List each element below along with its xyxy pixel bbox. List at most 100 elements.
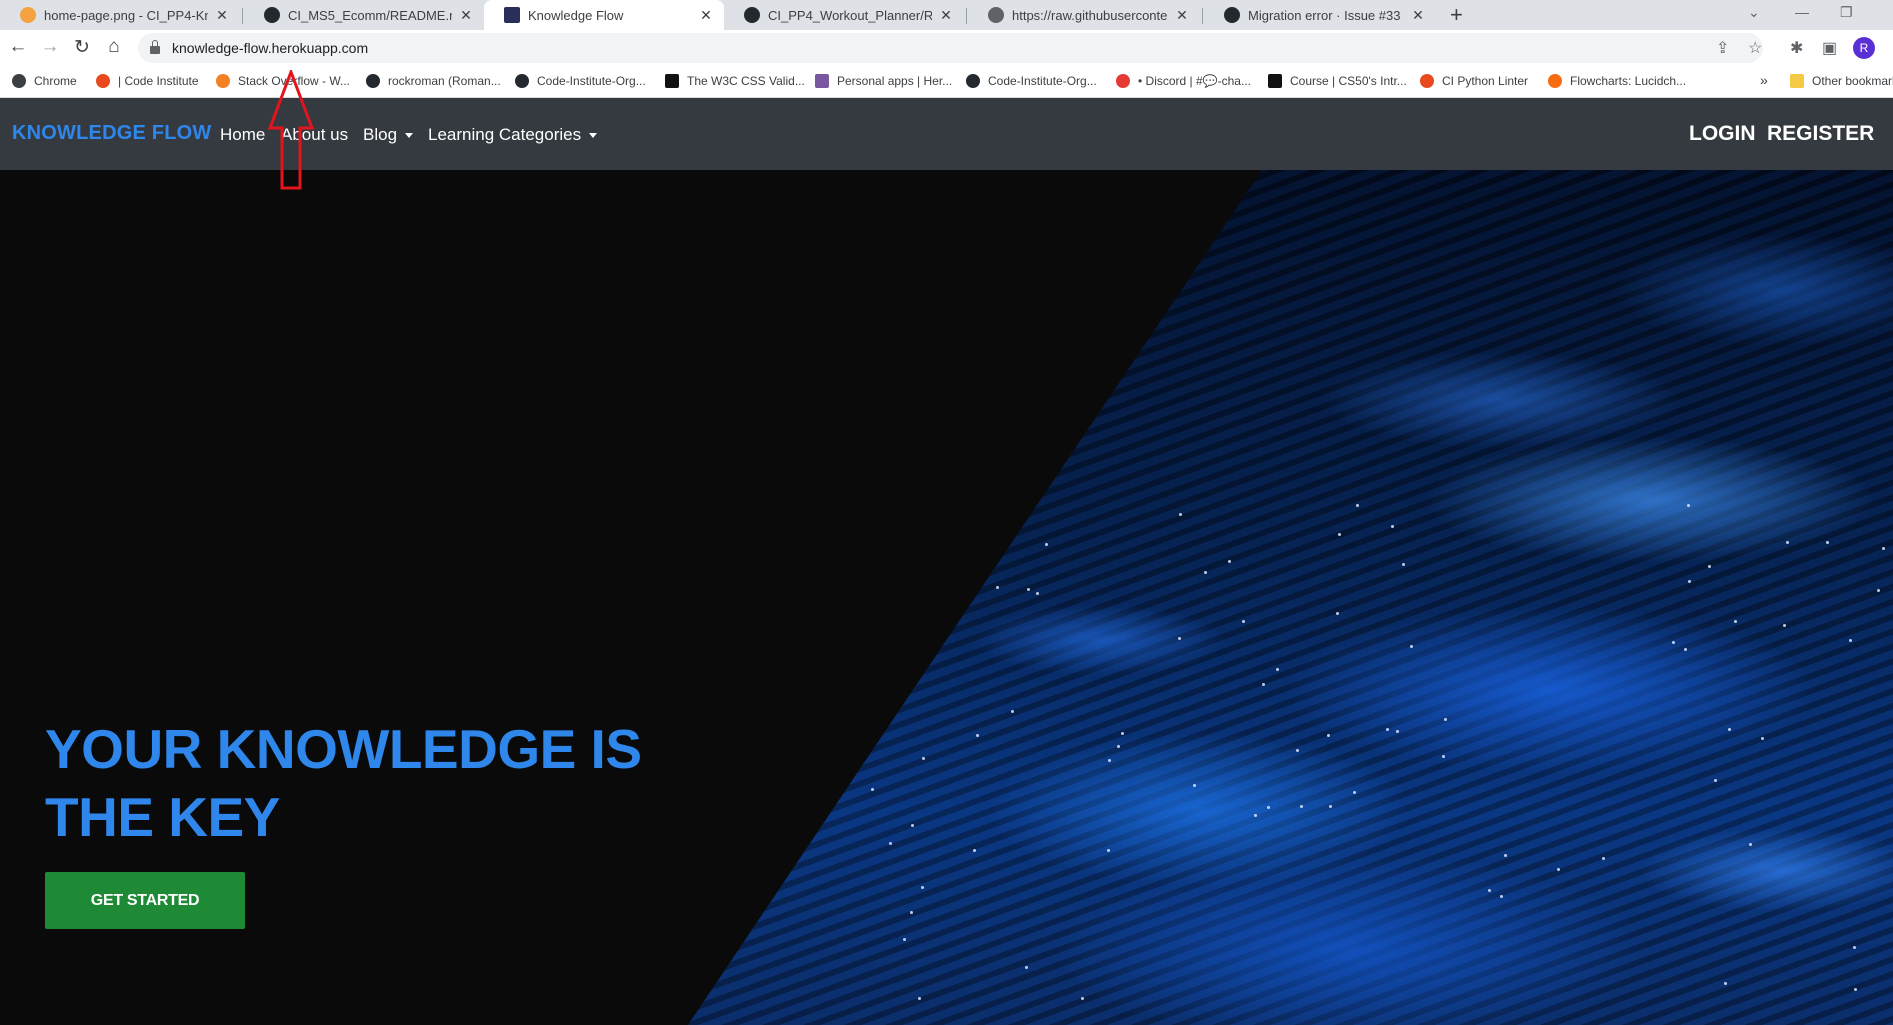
tab-title: https://raw.githubusercontent.co xyxy=(1012,7,1168,23)
bookmark-item[interactable]: The W3C CSS Valid... xyxy=(665,74,805,88)
restore-icon[interactable]: ❐ xyxy=(1840,4,1853,21)
annotation-arrow-icon xyxy=(268,70,314,190)
hero-headline-line1: YOUR KNOWLEDGE IS xyxy=(45,718,642,780)
address-bar[interactable]: knowledge-flow.herokuapp.com xyxy=(138,33,1763,63)
reload-icon[interactable]: ↻ xyxy=(70,36,94,59)
sparkle xyxy=(1178,512,1182,516)
bookmark-item[interactable]: Code-Institute-Org... xyxy=(515,74,646,88)
bookmark-item[interactable]: rockroman (Roman... xyxy=(366,74,501,88)
new-tab-button[interactable]: + xyxy=(1450,2,1463,28)
bookmark-label: Personal apps | Her... xyxy=(837,74,953,88)
browser-tab[interactable]: CI_PP4_Workout_Planner/READM ✕ xyxy=(724,0,964,30)
bookmark-item[interactable]: • Discord | #💬-cha... xyxy=(1116,74,1251,88)
sparkle xyxy=(889,841,893,845)
github-icon xyxy=(366,74,380,88)
url-text[interactable]: knowledge-flow.herokuapp.com xyxy=(172,40,368,56)
tab-search-icon[interactable]: ⌄ xyxy=(1748,4,1760,21)
hero-headline: YOUR KNOWLEDGE IS THE KEY xyxy=(45,715,745,851)
minimize-icon[interactable]: — xyxy=(1795,4,1809,20)
sparkle xyxy=(1261,682,1265,686)
close-icon[interactable]: ✕ xyxy=(698,7,714,24)
github-icon xyxy=(966,74,980,88)
sparkle xyxy=(1385,727,1389,731)
nav-home-link[interactable]: Home xyxy=(220,125,265,145)
discord-icon xyxy=(1116,74,1130,88)
sparkle xyxy=(1227,560,1231,564)
bookmark-label: Code-Institute-Org... xyxy=(537,74,646,88)
nav-categories-dropdown[interactable]: Learning Categories xyxy=(428,125,598,145)
caret-down-icon xyxy=(405,133,414,139)
browser-tab[interactable]: home-page.png - CI_PP4-Knowle ✕ xyxy=(0,0,240,30)
close-icon[interactable]: ✕ xyxy=(458,7,474,24)
tab-divider xyxy=(242,8,243,24)
brand-logo-link[interactable]: KNOWLEDGE FLOW xyxy=(12,122,211,145)
nav-categories-label: Learning Categories xyxy=(428,125,582,144)
bookmark-label: | Code Institute xyxy=(118,74,199,88)
bookmark-label: Course | CS50's Intr... xyxy=(1290,74,1407,88)
globe-icon xyxy=(988,7,1004,23)
sparkle xyxy=(1204,570,1208,574)
tab-divider xyxy=(966,8,967,24)
close-icon[interactable]: ✕ xyxy=(1174,7,1190,24)
register-link[interactable]: REGISTER xyxy=(1767,122,1874,146)
bookmark-item[interactable]: Chrome xyxy=(12,74,77,88)
sparkle xyxy=(1335,611,1339,615)
home-icon[interactable]: ⌂ xyxy=(102,36,126,58)
tab-favicon-icon xyxy=(20,7,36,23)
edx-icon xyxy=(1268,74,1282,88)
github-icon xyxy=(744,7,760,23)
bookmarks-overflow-button[interactable]: » xyxy=(1760,72,1768,88)
stackoverflow-icon xyxy=(216,74,230,88)
bookmark-label: The W3C CSS Valid... xyxy=(687,74,805,88)
bookmark-item[interactable]: Code-Institute-Org... xyxy=(966,74,1097,88)
w3c-icon xyxy=(665,74,679,88)
profile-avatar[interactable]: R xyxy=(1853,37,1875,59)
extensions-icon[interactable]: ✱ xyxy=(1790,38,1803,58)
nav-blog-dropdown[interactable]: Blog xyxy=(363,125,414,145)
browser-toolbar: ← → ↻ ⌂ knowledge-flow.herokuapp.com ⇪ ☆… xyxy=(0,30,1893,66)
other-bookmarks-folder[interactable]: Other bookmarks xyxy=(1790,74,1893,88)
bookmark-star-icon[interactable]: ☆ xyxy=(1748,38,1762,58)
login-link[interactable]: LOGIN xyxy=(1689,122,1756,146)
side-panel-icon[interactable]: ▣ xyxy=(1822,38,1837,58)
tab-title: Knowledge Flow xyxy=(528,7,624,23)
back-icon[interactable]: ← xyxy=(6,36,30,58)
lucidchart-icon xyxy=(1548,74,1562,88)
chrome-icon xyxy=(12,74,26,88)
bookmark-item[interactable]: Personal apps | Her... xyxy=(815,74,952,88)
bookmark-item[interactable]: CI Python Linter xyxy=(1420,74,1528,88)
bookmark-label: rockroman (Roman... xyxy=(388,74,501,88)
sparkle xyxy=(1081,996,1085,1000)
bookmark-label: Other bookmarks xyxy=(1812,74,1893,88)
bookmark-label: • Discord | #💬-cha... xyxy=(1138,74,1251,88)
sparkle xyxy=(1500,894,1504,898)
sparkle xyxy=(1107,759,1111,763)
sparkle xyxy=(996,585,1000,589)
forward-icon[interactable]: → xyxy=(38,36,62,58)
sparkle xyxy=(1027,587,1031,591)
lock-icon xyxy=(150,40,160,54)
github-icon xyxy=(264,7,280,23)
close-icon[interactable]: ✕ xyxy=(938,7,954,24)
tab-title: CI_MS5_Ecomm/README.md at xyxy=(288,7,452,23)
browser-tab-active[interactable]: Knowledge Flow ✕ xyxy=(484,0,724,30)
sparkle xyxy=(1299,804,1303,808)
tab-title: home-page.png - CI_PP4-Knowle xyxy=(44,7,208,23)
bookmark-item[interactable]: Course | CS50's Intr... xyxy=(1268,74,1407,88)
close-icon[interactable]: ✕ xyxy=(214,7,230,24)
share-icon[interactable]: ⇪ xyxy=(1716,38,1729,58)
browser-tab[interactable]: Migration error · Issue #33 · rock ✕ xyxy=(1204,0,1436,30)
get-started-button[interactable]: GET STARTED xyxy=(45,872,245,929)
bookmark-label: Code-Institute-Org... xyxy=(988,74,1097,88)
bookmark-item[interactable]: | Code Institute xyxy=(96,74,199,88)
tab-divider xyxy=(1202,8,1203,24)
browser-tab[interactable]: https://raw.githubusercontent.co ✕ xyxy=(968,0,1200,30)
bookmark-item[interactable]: Flowcharts: Lucidch... xyxy=(1548,74,1686,88)
browser-tab-strip: home-page.png - CI_PP4-Knowle ✕ CI_MS5_E… xyxy=(0,0,1893,30)
hero-water-image xyxy=(688,170,1893,1025)
bookmark-label: Flowcharts: Lucidch... xyxy=(1570,74,1687,88)
close-icon[interactable]: ✕ xyxy=(1410,7,1426,24)
github-icon xyxy=(515,74,529,88)
sparkle xyxy=(922,756,925,760)
browser-tab[interactable]: CI_MS5_Ecomm/README.md at ✕ xyxy=(244,0,484,30)
